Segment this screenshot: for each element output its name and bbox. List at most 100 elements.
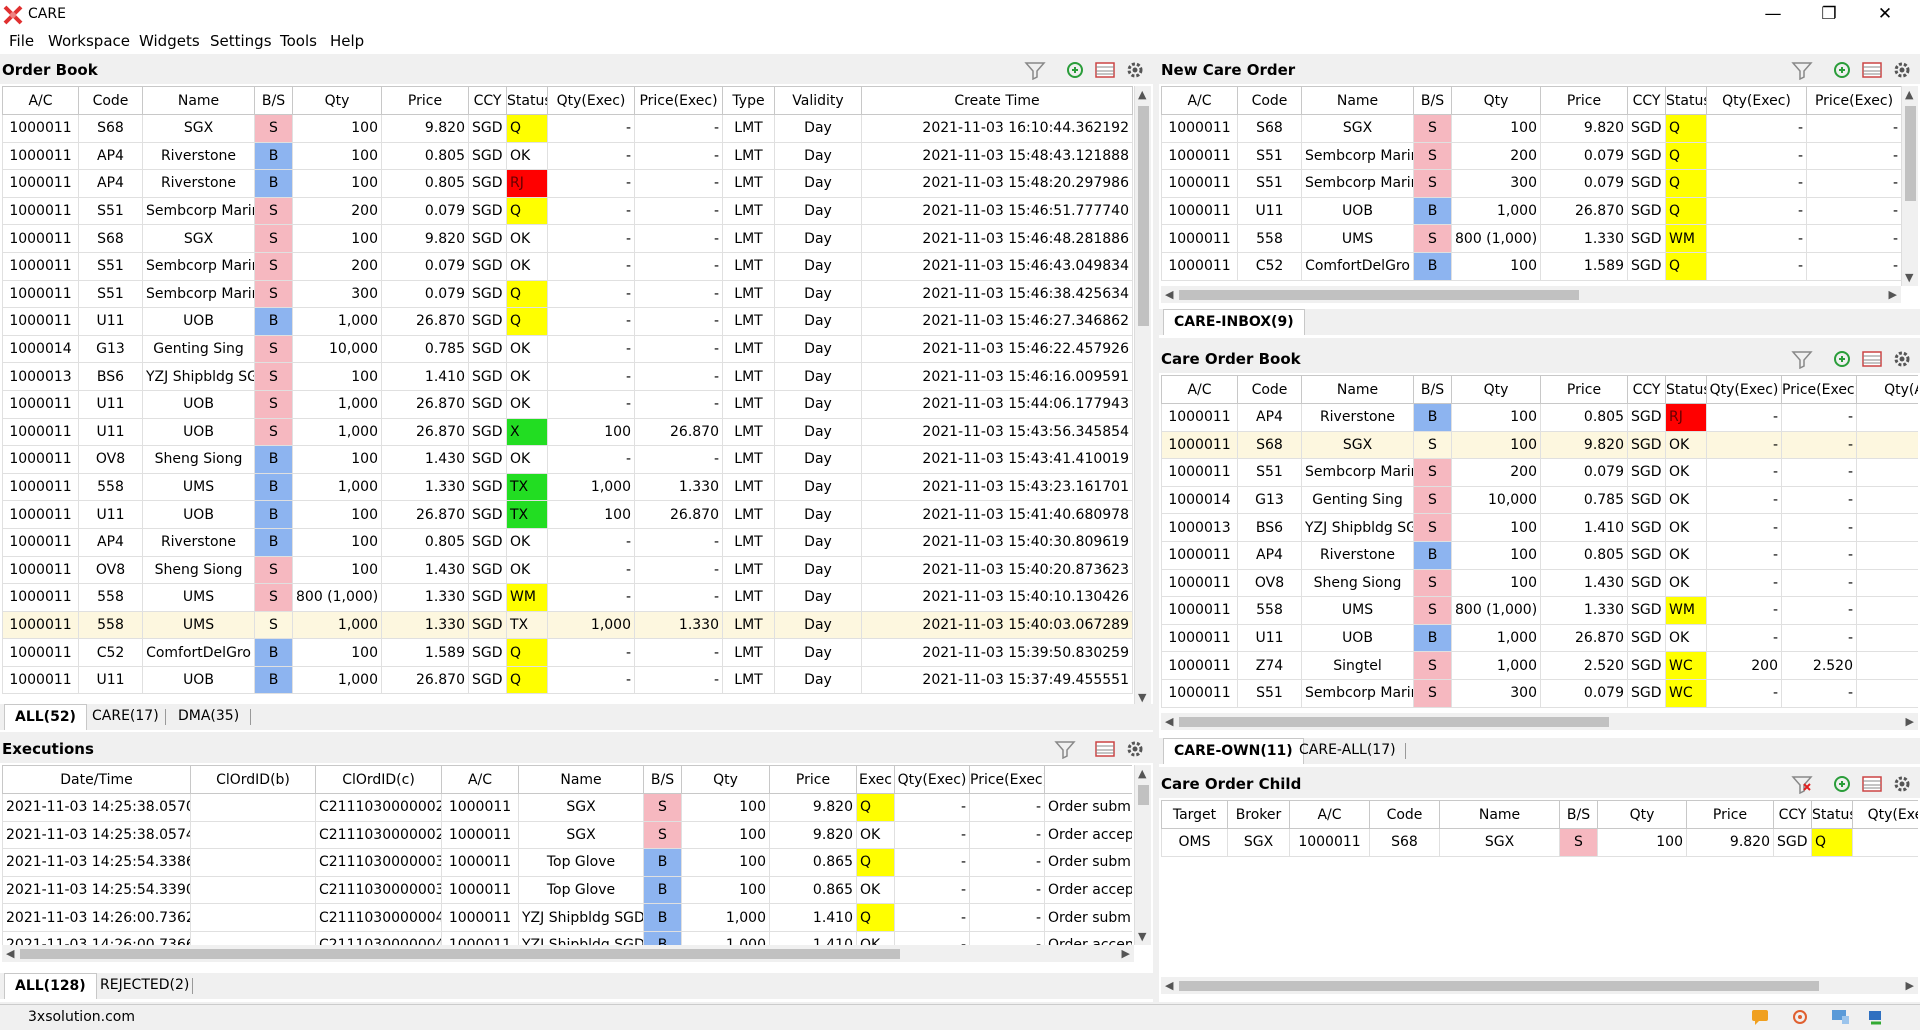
care-order-book-hscroll[interactable]: ◀ ▶ [1161,713,1918,730]
table-row[interactable]: 1000011 U11 UOB B 1,000 26.870 SGD Q - - LMT Day 202… [2,665,1133,695]
column-header-clordid-c[interactable]: ClOrdID(c) [315,765,442,794]
column-header-type[interactable]: Type [722,86,775,115]
column-header-qty-exec[interactable]: Qty(Exec) [1706,86,1807,115]
table-row[interactable]: 1000011 U11 UOB B 100 26.870 SGD TX 100 26.870 LMT… [2,500,1133,529]
column-header-price-exec[interactable]: Price(Exec) [1781,375,1857,404]
close-button[interactable]: ✕ [1857,0,1913,30]
column-header-price[interactable]: Price [1686,800,1774,829]
connection-icon[interactable] [1866,1008,1886,1026]
executions-vscroll[interactable]: ▲ ▼ [1134,765,1151,945]
executions-hscroll-thumb[interactable] [20,949,900,959]
table-row[interactable]: 1000014 G13 Genting Sing S 10,000 0.785 SGD OK -… [1161,485,1918,515]
table-row[interactable]: 1000011S51Sembcorp MarineS3000.079SGDQ-- [1161,169,1901,198]
columns-icon[interactable] [1094,60,1116,80]
column-header-price[interactable]: Price [769,765,857,794]
tab-care-all[interactable]: CARE-ALL(17) [1289,738,1406,764]
column-header-b-s[interactable]: B/S [1413,86,1452,115]
maximize-button[interactable]: ❐ [1801,0,1857,30]
table-row[interactable]: 2021-11-03 14:25:38.057479 C2111030000002… [2,820,1132,850]
table-row[interactable]: 1000011 558 UMS B 1,000 1.330 SGD TX 1,000 1.330 L… [2,472,1133,502]
filter-icon[interactable] [1791,60,1813,80]
tab-care-inbox[interactable]: CARE-INBOX(9) [1163,309,1305,335]
table-row[interactable]: 1000011 Z74 Singtel S 1,000 2.520 SGD WC 200 2.52… [1161,651,1918,680]
column-header-a-c[interactable]: A/C [1161,375,1238,404]
column-header-ccy[interactable]: CCY [1773,800,1812,829]
table-row[interactable]: 1000011 558 UMS S 800 (1,000) 1.330 SGD WM - - [1161,596,1918,625]
settings-gear-icon[interactable] [1124,739,1146,759]
tab-rejected[interactable]: REJECTED(2) [90,973,199,999]
column-header-qty-exec[interactable]: Qty(Exec) [1706,375,1782,404]
column-header-ccy[interactable]: CCY [468,86,507,115]
column-header-qty[interactable]: Qty [681,765,770,794]
columns-icon[interactable] [1861,774,1883,794]
table-row[interactable]: 2021-11-03 14:26:00.736253 C2111030000004… [2,903,1132,932]
table-row[interactable]: 2021-11-03 14:25:38.057062 C2111030000002… [2,793,1132,822]
table-row[interactable]: 1000011 AP4 Riverstone B 100 0.805 SGD OK - - LMT D… [2,141,1133,171]
column-header-name[interactable]: Name [518,765,644,794]
column-header-status[interactable]: Status [1665,375,1707,404]
table-row[interactable]: 1000011 U11 UOB S 1,000 26.870 SGD X 100 26.870 LM… [2,417,1133,447]
care-order-child-hscroll-thumb[interactable] [1179,981,1819,991]
table-row[interactable]: OMSSGX1000011S68SGXS1009.820SGDQ- [1161,828,1918,857]
column-header-price-exec[interactable]: Price(Exec) [1806,86,1901,115]
column-header-price-exec[interactable]: Price(Exec) [634,86,723,115]
filter-icon[interactable] [1791,349,1813,369]
table-row[interactable]: 1000011 S68 SGX S 100 9.820 SGD Q - - LMT Day 2021-1… [2,114,1133,143]
table-row[interactable]: 1000011 U11 UOB S 1,000 26.870 SGD OK - - LMT Day 20… [2,389,1133,419]
table-row[interactable]: 1000011 U11 UOB B 1,000 26.870 SGD Q - - LMT Day 202… [2,307,1133,336]
refresh-icon[interactable] [1831,349,1853,369]
column-header-status[interactable]: Status [1665,86,1707,115]
menu-settings[interactable]: Settings [210,32,272,50]
table-row[interactable]: 1000011 558 UMS S 800 (1,000) 1.330 SGD WM - - [1161,224,1901,253]
table-row[interactable]: 1000011S68SGXS1009.820SGDOK--1 [1161,430,1918,460]
table-row[interactable]: 1000011 AP4 Riverstone B 100 0.805 SGD OK - - [1161,540,1918,570]
settings-gear-icon[interactable] [1124,60,1146,80]
table-row[interactable]: 2021-11-03 14:25:54.339055 C2111030000003… [2,875,1132,905]
column-header-ccy[interactable]: CCY [1627,86,1666,115]
column-header-blank[interactable] [1044,765,1132,794]
table-row[interactable]: 1000011S51Sembcorp MarineS2000.079SGDOK-… [2,251,1133,281]
settings-gear-icon[interactable] [1891,774,1913,794]
care-order-book-hscroll-thumb[interactable] [1179,717,1609,727]
order-book-vscroll-thumb[interactable] [1138,106,1149,326]
table-row[interactable]: 1000011 OV8 Sheng Siong S 100 1.430 SGD OK - - LMT… [2,555,1133,585]
table-row[interactable]: 1000011 AP4 Riverstone B 100 0.805 SGD OK - - LMT D… [2,527,1133,557]
table-row[interactable]: 1000014 G13 Genting Sing S 10,000 0.785 SGD OK -… [2,334,1133,364]
table-row[interactable]: 1000011 AP4 Riverstone B 100 0.805 SGD RJ - - [1161,403,1918,432]
filter-clear-icon[interactable] [1791,774,1813,794]
filter-icon[interactable] [1054,739,1076,759]
monitor-icon[interactable] [1830,1008,1850,1026]
tab-dma[interactable]: DMA(35) [168,704,249,730]
columns-icon[interactable] [1861,349,1883,369]
column-header-b-s[interactable]: B/S [254,86,293,115]
executions-hscroll[interactable]: ◀ ▶ [2,945,1134,962]
table-row[interactable]: 1000011 558 UMS S 800 (1,000) 1.330 SGD WM - - LMT… [2,583,1133,612]
column-header-a-c[interactable]: A/C [2,86,79,115]
column-header-a-c[interactable]: A/C [1289,800,1370,829]
table-row[interactable]: 1000011 U11 UOB B 1,000 26.870 SGD OK - - [1161,623,1918,653]
column-header-name[interactable]: Name [1439,800,1560,829]
chat-icon[interactable] [1750,1008,1770,1026]
table-row[interactable]: 1000011S51Sembcorp MarineS2000.079SGDQ--… [2,196,1133,226]
column-header-b-s[interactable]: B/S [1413,375,1452,404]
column-header-qty-exec[interactable]: Qty(Exec) [547,86,635,115]
table-row[interactable]: 1000011 U11 UOB B 1,000 26.870 SGD Q - - [1161,196,1901,226]
column-header-broker[interactable]: Broker [1227,800,1290,829]
column-header-name[interactable]: Name [1301,375,1414,404]
refresh-icon[interactable] [1831,774,1853,794]
table-row[interactable]: 1000011 OV8 Sheng Siong S 100 1.430 SGD OK - - [1161,568,1918,598]
table-row[interactable]: 1000011 AP4 Riverstone B 100 0.805 SGD RJ - - LMT D… [2,169,1133,198]
column-header-price[interactable]: Price [1540,375,1628,404]
column-header-qty-exec[interactable]: Qty(Exec) [894,765,970,794]
new-care-order-vscroll[interactable]: ▲ ▼ [1901,86,1918,286]
refresh-icon[interactable] [1831,60,1853,80]
table-row[interactable]: 1000011S51Sembcorp MarineS2000.079SGDQ-- [1161,141,1901,171]
table-row[interactable]: 1000013BS6YZJ Shipbldg SGDS1001.410SGDOK… [2,362,1133,391]
table-row[interactable]: 1000011S51Sembcorp MarineS3000.079SGDQ--… [2,279,1133,309]
table-row[interactable]: 1000011 OV8 Sheng Siong B 100 1.430 SGD OK - - LMT… [2,445,1133,474]
executions-vscroll-thumb[interactable] [1138,785,1149,805]
tab-all[interactable]: ALL(128) [4,973,97,999]
care-order-child-hscroll[interactable]: ◀ ▶ [1161,977,1918,994]
menu-tools[interactable]: Tools [280,32,317,50]
table-row[interactable]: 1000011 C52 ComfortDelGro B 100 1.589 SGD Q - - LM… [2,638,1133,667]
